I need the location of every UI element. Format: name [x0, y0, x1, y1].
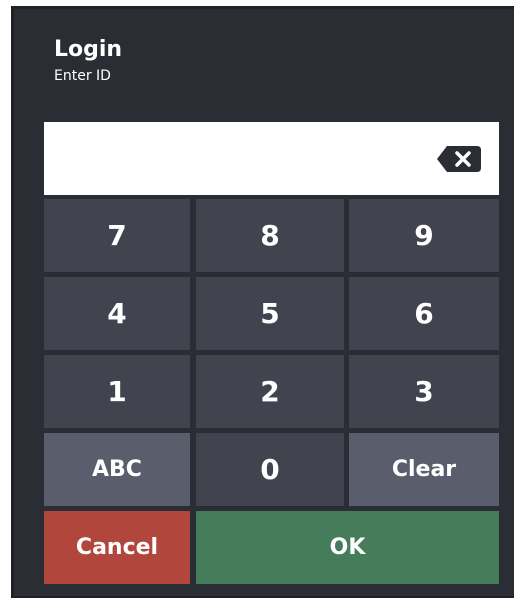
id-input[interactable]: [44, 122, 499, 195]
key-4[interactable]: 4: [44, 277, 190, 350]
key-6[interactable]: 6: [349, 277, 499, 350]
clear-button[interactable]: Clear: [349, 433, 499, 506]
backspace-icon[interactable]: [437, 146, 481, 172]
dialog-title: Login: [54, 37, 123, 62]
abc-button[interactable]: ABC: [44, 433, 190, 506]
login-dialog: Login Enter ID 7 8 9 4 5 6 1 2 3 ABC 0 C…: [11, 6, 514, 598]
ok-button[interactable]: OK: [196, 511, 499, 584]
key-0[interactable]: 0: [196, 433, 344, 506]
key-3[interactable]: 3: [349, 355, 499, 428]
key-8[interactable]: 8: [196, 199, 344, 272]
cancel-button[interactable]: Cancel: [44, 511, 190, 584]
key-5[interactable]: 5: [196, 277, 344, 350]
key-2[interactable]: 2: [196, 355, 344, 428]
key-9[interactable]: 9: [349, 199, 499, 272]
key-1[interactable]: 1: [44, 355, 190, 428]
key-7[interactable]: 7: [44, 199, 190, 272]
dialog-subtitle: Enter ID: [54, 68, 111, 84]
